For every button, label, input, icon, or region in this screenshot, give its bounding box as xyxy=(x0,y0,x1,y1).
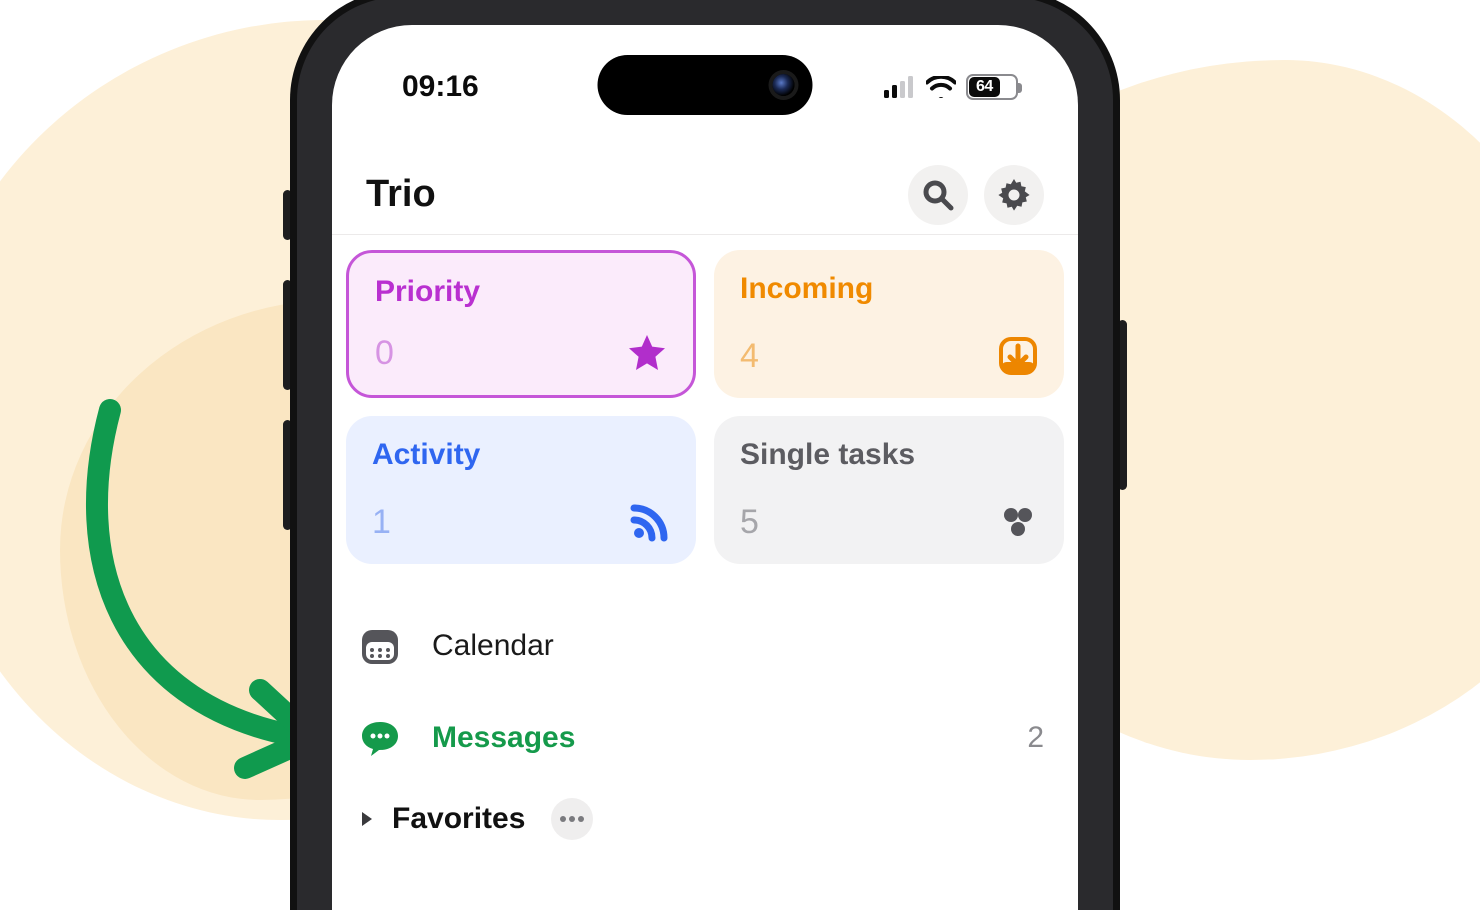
disclosure-triangle-icon xyxy=(358,810,376,828)
card-activity[interactable]: Activity 1 xyxy=(346,416,696,564)
card-priority[interactable]: Priority 0 xyxy=(346,250,696,398)
app-header: Trio xyxy=(332,155,1078,235)
card-incoming[interactable]: Incoming 4 xyxy=(714,250,1064,398)
card-single-tasks[interactable]: Single tasks 5 xyxy=(714,416,1064,564)
messages-row[interactable]: Messages 2 xyxy=(352,692,1058,784)
rss-icon xyxy=(630,502,670,542)
cards-grid: Priority 0 Incoming 4 xyxy=(346,250,1064,564)
download-icon xyxy=(998,336,1038,376)
messages-label: Messages xyxy=(432,721,575,755)
wifi-icon xyxy=(926,76,956,98)
battery-indicator: 64 xyxy=(966,74,1018,100)
dynamic-island xyxy=(598,55,813,115)
app-title: Trio xyxy=(366,173,436,216)
card-priority-count: 0 xyxy=(375,334,394,373)
search-icon xyxy=(922,179,954,211)
favorites-row[interactable]: Favorites xyxy=(352,784,1058,854)
three-dots-cluster-icon xyxy=(998,502,1038,542)
ellipsis-icon xyxy=(559,815,585,823)
card-activity-count: 1 xyxy=(372,503,391,542)
card-priority-title: Priority xyxy=(375,275,667,309)
phone-frame: 09:16 xyxy=(290,0,1120,910)
calendar-row[interactable]: Calendar xyxy=(352,600,1058,692)
phone-mockup: 09:16 xyxy=(290,0,1120,910)
phone-screen: 09:16 xyxy=(332,25,1078,910)
card-activity-title: Activity xyxy=(372,438,670,472)
settings-button[interactable] xyxy=(984,165,1044,225)
search-button[interactable] xyxy=(908,165,968,225)
cellular-signal-icon xyxy=(884,76,916,98)
chat-bubble-icon xyxy=(358,716,402,760)
card-incoming-title: Incoming xyxy=(740,272,1038,306)
gear-icon xyxy=(996,177,1032,213)
camera-lens xyxy=(773,74,795,96)
section-list: Calendar Messages 2 xyxy=(332,600,1078,854)
favorites-more-button[interactable] xyxy=(551,798,593,840)
messages-count: 2 xyxy=(1027,721,1044,755)
card-single-count: 5 xyxy=(740,503,759,542)
card-single-title: Single tasks xyxy=(740,438,1038,472)
star-icon xyxy=(627,333,667,373)
status-time: 09:16 xyxy=(402,70,479,104)
favorites-label: Favorites xyxy=(392,802,525,836)
battery-percent: 64 xyxy=(969,77,1000,97)
card-incoming-count: 4 xyxy=(740,337,759,376)
calendar-icon xyxy=(358,624,402,668)
calendar-label: Calendar xyxy=(432,629,554,663)
